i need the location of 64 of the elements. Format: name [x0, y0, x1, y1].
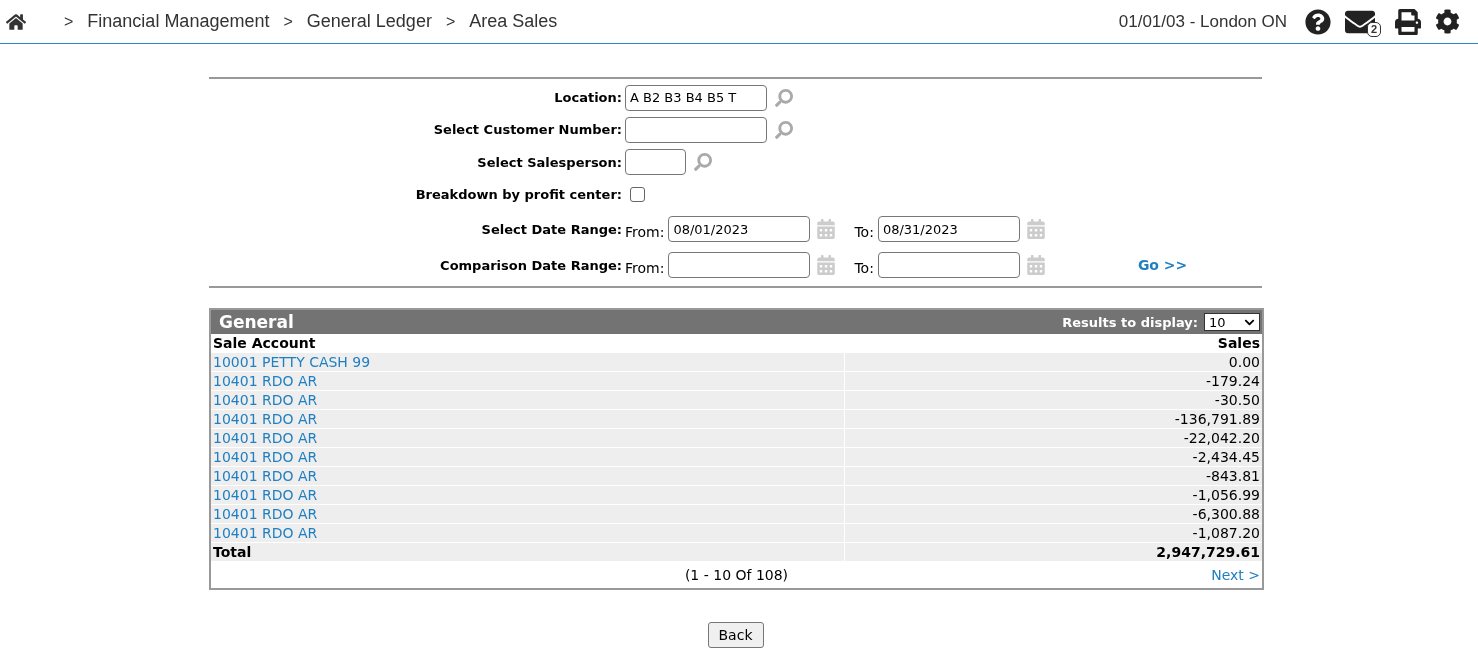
pagination-text: (1 - 10 Of 108) [684, 567, 789, 583]
account-link[interactable]: 10401 RDO AR [211, 411, 320, 427]
back-button[interactable]: Back [707, 622, 764, 648]
field-label: Select Date Range: [480, 221, 622, 237]
account-link[interactable]: 10401 RDO AR [211, 525, 320, 541]
total-value: 2,947,729.61 [1155, 544, 1261, 560]
customer-number-field[interactable] [625, 116, 767, 143]
panel-title: General [219, 312, 295, 332]
settings-icon[interactable] [1435, 9, 1460, 34]
field-label: To: [854, 260, 874, 276]
field-label: Breakdown by profit center: [414, 187, 622, 202]
account-link[interactable]: 10001 PETTY CASH 99 [211, 354, 373, 370]
date-field[interactable]: 08/31/2023 [877, 216, 1020, 242]
breadcrumb-link[interactable]: Area Sales [469, 11, 558, 32]
mail-button[interactable]: 2 [1345, 6, 1381, 37]
date-location-text: 01/01/03 - London ON [1118, 11, 1287, 32]
column-header: Sale Account [212, 335, 317, 351]
table-cell-text: -1,087.20 [1191, 525, 1261, 541]
go-link[interactable]: Go >> [1137, 257, 1188, 273]
next-link[interactable]: Next > [1209, 567, 1262, 583]
date-field[interactable] [668, 252, 811, 278]
field-label: Results to display: [1062, 314, 1198, 330]
table-cell-text: 0.00 [1227, 354, 1261, 370]
table-cell-text: -6,300.88 [1191, 506, 1261, 522]
table-cell-text: -22,042.20 [1182, 430, 1261, 446]
table-cell-text: -179.24 [1204, 373, 1261, 389]
account-link[interactable]: 10401 RDO AR [211, 506, 320, 522]
account-link[interactable]: 10401 RDO AR [211, 430, 320, 446]
breadcrumb-link[interactable]: General Ledger [306, 11, 432, 32]
breadcrumb-link[interactable]: Financial Management [87, 11, 270, 32]
separator-text: > [64, 12, 74, 31]
account-link[interactable]: 10401 RDO AR [211, 487, 320, 503]
account-link[interactable]: 10401 RDO AR [211, 392, 320, 408]
table-cell-text: -2,434.45 [1191, 449, 1261, 465]
date-field[interactable]: 08/01/2023 [668, 216, 811, 242]
account-link[interactable]: 10401 RDO AR [211, 449, 320, 465]
search-icon[interactable] [694, 153, 712, 171]
help-icon[interactable] [1305, 8, 1331, 35]
table-cell-text: -1,056.99 [1191, 487, 1261, 503]
salesperson-field[interactable] [625, 149, 686, 175]
field-label: Select Salesperson: [476, 154, 622, 170]
separator-text: > [283, 12, 293, 31]
field-label: Comparison Date Range: [439, 257, 622, 273]
total-label: Total [212, 544, 253, 560]
checkbox[interactable] [630, 187, 645, 202]
home-icon[interactable] [6, 11, 26, 32]
field-label: Location: [553, 90, 622, 105]
field-label: From: [625, 260, 665, 276]
date-field[interactable] [877, 252, 1020, 278]
search-icon[interactable] [775, 88, 793, 107]
table-cell-text: -30.50 [1213, 392, 1261, 408]
table-cell-text: -843.81 [1204, 468, 1261, 484]
search-icon[interactable] [775, 120, 793, 139]
field-label: To: [854, 224, 874, 240]
account-link[interactable]: 10401 RDO AR [211, 468, 320, 484]
print-icon[interactable] [1395, 8, 1421, 35]
account-link[interactable]: 10401 RDO AR [211, 373, 320, 389]
results-dropdown[interactable]: 10 [1204, 313, 1260, 331]
field-label: Select Customer Number: [432, 122, 622, 137]
separator-text: > [445, 12, 456, 31]
column-header: Sales [1216, 335, 1261, 351]
location-field[interactable]: A B2 B3 B4 B5 T [625, 84, 767, 111]
field-label: From: [625, 224, 665, 240]
table-cell-text: -136,791.89 [1173, 411, 1261, 427]
